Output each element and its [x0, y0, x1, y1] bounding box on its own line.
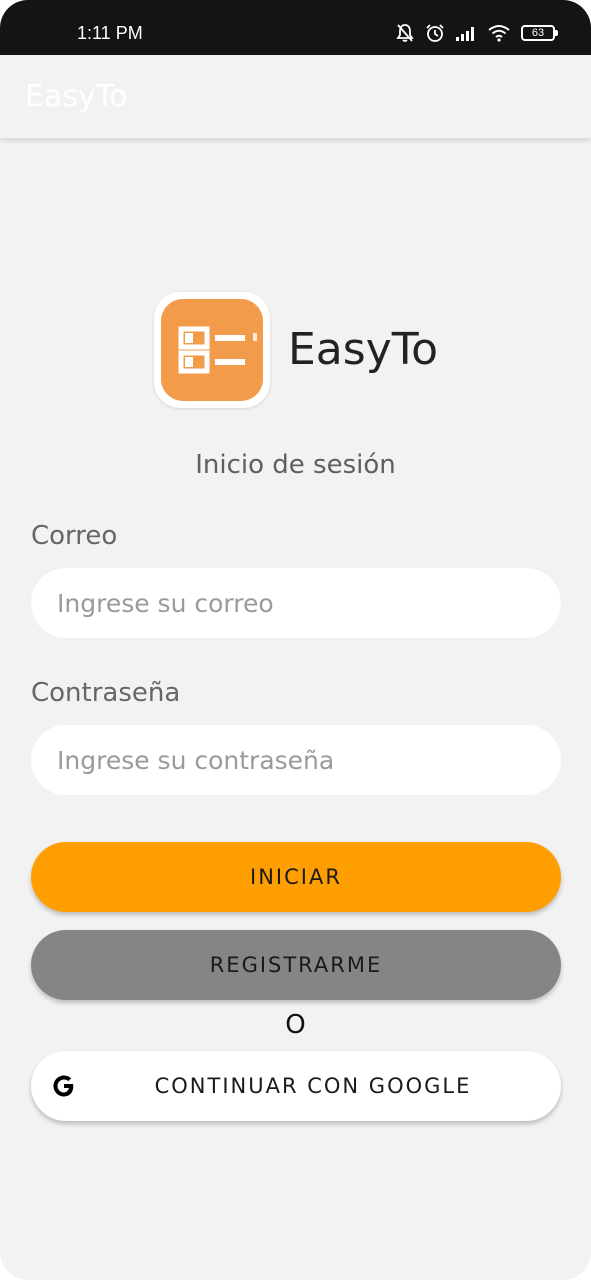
- app-bar: EasyTo: [0, 55, 591, 139]
- battery-icon: 63: [521, 25, 558, 41]
- wifi-icon: [487, 24, 511, 42]
- app-bar-title: EasyTo: [25, 79, 128, 114]
- google-signin-button[interactable]: CONTINUAR CON GOOGLE: [31, 1051, 561, 1121]
- login-screen: 1:11 PM 63 EasyTo EasyTo Inicio de sesió…: [0, 0, 591, 1280]
- email-label: Correo: [31, 521, 118, 551]
- list-logo-icon: [154, 292, 270, 408]
- logo-wordmark: EasyTo: [288, 324, 439, 375]
- page-title: Inicio de sesión: [195, 450, 396, 480]
- register-button[interactable]: REGISTRARME: [31, 930, 561, 1000]
- email-field[interactable]: [31, 568, 561, 638]
- app-logo: EasyTo: [154, 292, 438, 408]
- status-bar: 1:11 PM 63: [0, 0, 591, 55]
- status-icons: 63: [395, 22, 558, 44]
- notifications-off-icon: [395, 23, 415, 43]
- google-icon: [51, 1073, 77, 1099]
- or-divider: O: [285, 1010, 306, 1040]
- password-label: Contraseña: [31, 678, 181, 708]
- status-time: 1:11 PM: [77, 23, 143, 43]
- login-button[interactable]: INICIAR: [31, 842, 561, 912]
- alarm-icon: [425, 23, 445, 43]
- password-field[interactable]: [31, 725, 561, 795]
- signal-icon: [455, 25, 477, 41]
- google-button-label: CONTINUAR CON GOOGLE: [154, 1074, 472, 1098]
